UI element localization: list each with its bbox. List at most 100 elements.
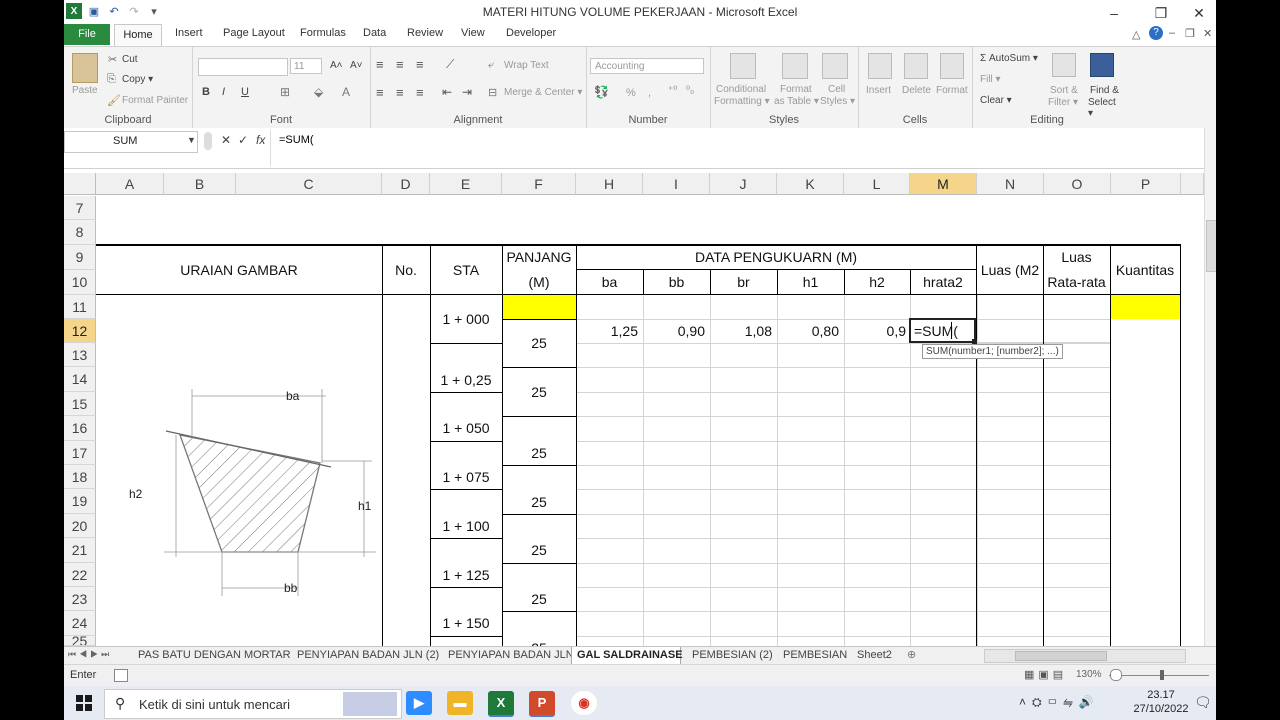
sheet-tab-pas-batu[interactable]: PAS BATU DENGAN MORTAR [138,649,291,661]
row-header-12[interactable]: 12 [64,319,96,343]
font-size-select[interactable]: 11 [290,58,322,74]
cell-l12[interactable]: 0,9 [844,323,906,339]
sheet-tab-pembesian[interactable]: PEMBESIAN [783,649,847,661]
format-as-table-label2[interactable]: as Table ▾ [774,96,819,107]
clear-button[interactable]: Clear ▾ [980,95,1012,106]
format-cells-button[interactable]: Format [936,85,968,96]
align-middle-icon[interactable]: ≡ [396,57,404,72]
format-as-table-label1[interactable]: Format [780,84,812,95]
tab-developer[interactable]: Developer [506,27,556,39]
col-header-k[interactable]: K [777,173,844,195]
sheet-nav-icon[interactable]: ⏮◀▶⏭ [68,649,112,660]
formula-bar-splitter[interactable] [204,132,212,150]
row-header-7[interactable]: 7 [64,196,96,220]
align-bottom-icon[interactable]: ≡ [416,57,424,72]
col-header-d[interactable]: D [382,173,430,195]
horizontal-scrollbar[interactable] [984,649,1186,663]
tab-formulas[interactable]: Formulas [300,27,346,39]
bold-button[interactable]: B [202,86,210,98]
doc-minimize-icon[interactable]: – [1169,27,1175,39]
font-color-icon[interactable]: A [342,85,350,99]
sheet-tab-penyiapan-2[interactable]: PENYIAPAN BADAN JLN (2) [297,649,439,661]
row-header-9[interactable]: 9 [64,245,96,270]
cancel-icon[interactable]: ✕ [221,133,231,147]
cell-styles-label2[interactable]: Styles ▾ [820,96,855,107]
conditional-formatting-label2[interactable]: Formatting ▾ [714,96,770,107]
minimize-ribbon-icon[interactable]: △ [1132,28,1140,41]
select-all-corner[interactable] [64,173,96,195]
cell-k12[interactable]: 0,80 [777,323,839,339]
windows-start-icon[interactable] [76,695,92,711]
col-header-c[interactable]: C [236,173,382,195]
zoom-app-icon[interactable]: ▶ [406,691,432,715]
col-header-f[interactable]: F [502,173,576,195]
row-header-17[interactable]: 17 [64,441,96,465]
macro-record-icon[interactable] [114,669,128,682]
orientation-icon[interactable]: ⟋ [446,57,454,72]
row-header-21[interactable]: 21 [64,538,96,563]
col-header-e[interactable]: E [430,173,502,195]
sort-filter-label1[interactable]: Sort & [1050,85,1078,96]
row-header-10[interactable]: 10 [64,270,96,295]
insert-function-icon[interactable]: fx [256,133,265,147]
decrease-decimal-icon[interactable]: ⁰₀ [686,85,694,96]
find-select-label1[interactable]: Find & [1090,85,1119,96]
powerpoint-taskbar-icon[interactable]: P [529,691,555,717]
sheet-tab-pembesian-2[interactable]: PEMBESIAN (2) [692,649,773,661]
row-header-13[interactable]: 13 [64,343,96,367]
enter-icon[interactable]: ✓ [238,133,248,147]
name-box[interactable]: SUM ▼ [64,131,198,153]
col-header-a[interactable]: A [96,173,164,195]
zoom-out-icon[interactable] [1110,669,1122,681]
cut-button[interactable]: Cut [122,54,138,65]
row-header-22[interactable]: 22 [64,563,96,587]
col-header-h[interactable]: H [576,173,643,195]
excel-taskbar-icon[interactable]: X [488,691,514,717]
col-header-p[interactable]: P [1111,173,1181,195]
row-header-18[interactable]: 18 [64,465,96,489]
align-top-icon[interactable]: ≡ [376,57,384,72]
format-painter-button[interactable]: Format Painter [122,95,188,106]
tab-review[interactable]: Review [407,27,443,39]
doc-restore-icon[interactable]: ❐ [1185,27,1195,40]
row-header-20[interactable]: 20 [64,514,96,538]
vertical-scroll-thumb[interactable] [1206,220,1216,272]
row-header-23[interactable]: 23 [64,587,96,611]
system-tray-icons[interactable]: ˄⛭▭⇋🔊 [1019,695,1100,710]
italic-button[interactable]: I [222,86,225,98]
row-header-25[interactable]: 25 [64,636,96,646]
cell-h12[interactable]: 1,25 [576,323,638,339]
name-box-dropdown-icon[interactable]: ▼ [187,135,196,145]
increase-decimal-icon[interactable]: ⁺⁰ [668,85,677,96]
col-header-j[interactable]: J [710,173,777,195]
vertical-scrollbar[interactable] [1204,128,1216,646]
row-header-19[interactable]: 19 [64,489,96,514]
formula-input[interactable]: =SUM( [279,134,314,146]
zoom-slider[interactable] [1109,675,1209,676]
new-sheet-icon[interactable]: ⊕ [907,648,916,661]
doc-close-icon[interactable]: ✕ [1203,27,1212,40]
fill-color-icon[interactable]: ⬙ [314,85,323,99]
row-header-16[interactable]: 16 [64,416,96,441]
tab-home[interactable]: Home [114,24,162,47]
taskbar-search-box[interactable]: ⚲ Ketik di sini untuk mencari [104,689,402,719]
row-header-14[interactable]: 14 [64,367,96,392]
conditional-formatting-label1[interactable]: Conditional [716,84,766,95]
underline-button[interactable]: U [241,86,249,98]
cell-i12[interactable]: 0,90 [643,323,705,339]
close-button[interactable]: ✕ [1179,2,1216,24]
restore-button[interactable]: ❐ [1141,2,1181,24]
col-header-q[interactable] [1181,173,1204,195]
percent-button[interactable]: % [626,87,636,99]
zoom-level[interactable]: 130% [1076,669,1102,680]
col-header-o[interactable]: O [1044,173,1111,195]
col-header-b[interactable]: B [164,173,236,195]
zoom-thumb[interactable] [1160,670,1164,680]
increase-indent-icon[interactable]: ⇥ [462,85,472,99]
view-buttons-icon[interactable]: ▦▣▤ [1024,668,1067,681]
borders-icon[interactable]: ⊞ [280,85,290,99]
col-header-m[interactable]: M [910,173,977,195]
clock-date[interactable]: 27/10/2022 [1129,703,1193,715]
row-header-24[interactable]: 24 [64,611,96,636]
help-icon[interactable]: ? [1149,26,1163,40]
